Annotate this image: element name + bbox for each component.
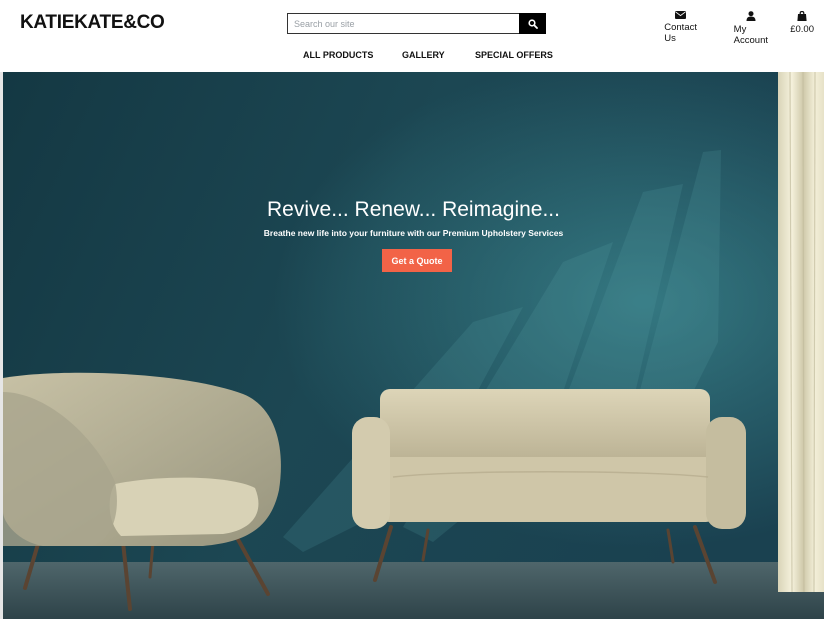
search-input[interactable] (287, 13, 519, 34)
hero-title: Revive... Renew... Reimagine... (267, 198, 560, 221)
hero-banner: Revive... Renew... Reimagine... Breathe … (3, 72, 824, 619)
hero-image (3, 72, 824, 619)
my-account-link[interactable]: My Account (734, 11, 768, 46)
get-a-quote-button[interactable]: Get a Quote (382, 249, 452, 272)
contact-us-link[interactable]: Contact Us (664, 11, 697, 44)
hero-subtitle: Breathe new life into your furniture wit… (263, 228, 564, 238)
shopping-bag-icon (797, 11, 807, 21)
search-button[interactable] (519, 13, 546, 34)
site-logo[interactable]: KATIEKATE&CO (20, 12, 165, 34)
site-header: KATIEKATE&CO Contact Us My Account (0, 0, 824, 72)
nav-item-gallery[interactable]: GALLERY (402, 50, 445, 60)
envelope-icon (675, 11, 687, 19)
nav-item-special-offers[interactable]: SPECIAL OFFERS (475, 50, 553, 60)
my-account-label: My Account (733, 24, 768, 46)
user-icon (746, 11, 756, 21)
basket-link[interactable]: £0.00 (790, 11, 814, 35)
basket-total: £0.00 (790, 24, 814, 35)
contact-us-label: Contact Us (664, 22, 697, 44)
search-form (287, 13, 546, 34)
nav-item-all-products[interactable]: ALL PRODUCTS (303, 50, 373, 60)
main-nav: ALL PRODUCTS GALLERY SPECIAL OFFERS (0, 50, 824, 64)
search-icon (527, 18, 538, 29)
